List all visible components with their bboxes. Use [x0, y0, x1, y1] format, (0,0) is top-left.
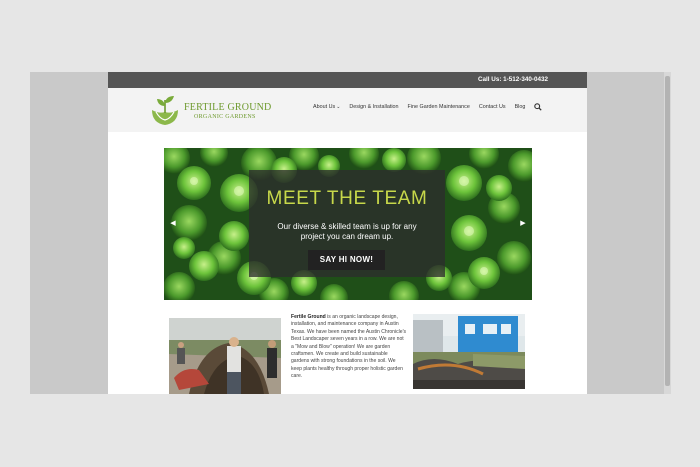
team-working-photo — [169, 318, 281, 394]
nav-item-design-installation[interactable]: Design & Installation — [349, 104, 398, 110]
hero-title: MEET THE TEAM — [266, 188, 428, 209]
say-hi-button[interactable]: SAY HI NOW! — [308, 250, 385, 270]
phone-number[interactable]: Call Us: 1-512-340-0432 — [478, 76, 548, 83]
nav-item-contact-us[interactable]: Contact Us — [479, 104, 506, 110]
nav-item-label: Design & Installation — [349, 104, 399, 110]
chevron-down-icon: ⌄ — [336, 104, 341, 110]
logo-title: FERTILE GROUND — [184, 102, 272, 113]
top-contact-bar: Call Us: 1-512-340-0432 — [108, 72, 587, 88]
garden-photo-image — [413, 314, 525, 389]
nav-item-label: Blog — [514, 104, 526, 110]
main-nav: About Us ⌄ Design & Installation Fine Ga… — [313, 103, 543, 111]
nav-item-about-us[interactable]: About Us ⌄ — [313, 104, 340, 110]
garden-house-photo — [413, 314, 525, 389]
browser-viewport: Call Us: 1-512-340-0432 FERTILE GROUND O… — [30, 72, 671, 394]
logo-subtitle: ORGANIC GARDENS — [194, 114, 256, 120]
site-logo[interactable]: FERTILE GROUND ORGANIC GARDENS — [148, 92, 271, 128]
nav-item-label: About Us — [313, 104, 336, 110]
sprout-logo-icon — [152, 96, 178, 125]
intro-paragraph: Fertile Ground is an organic landscape d… — [291, 314, 407, 381]
chevron-left-icon[interactable]: ◀ — [168, 219, 178, 229]
chevron-right-icon[interactable]: ▶ — [518, 219, 528, 229]
team-photo-image — [169, 318, 281, 394]
hero-caption-box: MEET THE TEAM Our diverse & skilled team… — [249, 170, 445, 277]
nav-item-fine-garden-maintenance[interactable]: Fine Garden Maintenance — [408, 104, 470, 110]
hero-text: Our diverse & skilled team is up for any… — [277, 222, 417, 241]
vertical-scrollbar[interactable] — [664, 72, 671, 394]
intro-text: is an organic landscape design, installa… — [291, 314, 407, 380]
nav-item-label: Contact Us — [478, 104, 506, 110]
nav-item-blog[interactable]: Blog — [515, 104, 526, 110]
web-page: Call Us: 1-512-340-0432 FERTILE GROUND O… — [108, 72, 587, 394]
site-header: FERTILE GROUND ORGANIC GARDENS About Us … — [108, 88, 587, 132]
brand-name: Fertile Ground — [291, 314, 326, 320]
hero-slider[interactable]: ◀ ▶ MEET THE TEAM Our diverse & skilled … — [164, 148, 532, 300]
search-icon[interactable] — [534, 103, 543, 111]
scrollbar-thumb[interactable] — [665, 76, 670, 386]
nav-item-label: Fine Garden Maintenance — [407, 104, 470, 110]
